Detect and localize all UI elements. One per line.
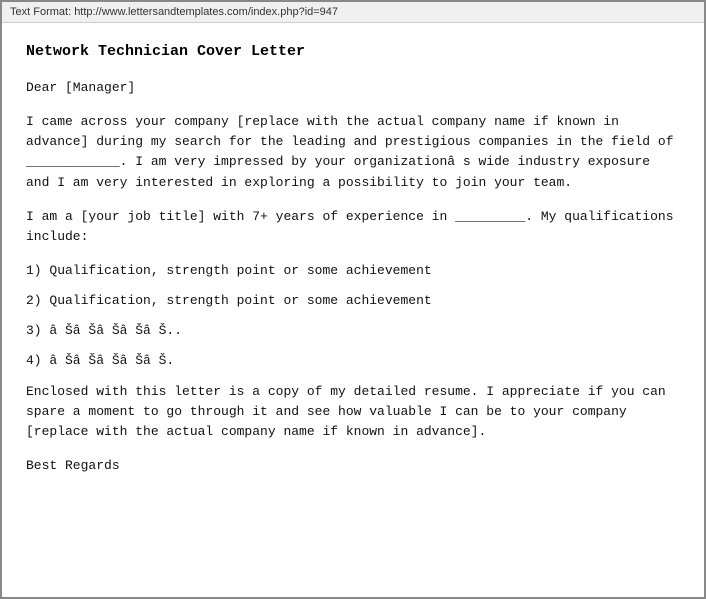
list-item-4: 4) â Šâ Šâ Šâ Šâ Š. — [26, 351, 680, 371]
document-title: Network Technician Cover Letter — [26, 43, 680, 60]
toolbar-text-format-label: Text Format: — [10, 6, 71, 18]
paragraph-3: Enclosed with this letter is a copy of m… — [26, 382, 680, 442]
toolbar-bar: Text Format: http://www.lettersandtempla… — [2, 2, 704, 23]
list-item-2: 2) Qualification, strength point or some… — [26, 291, 680, 311]
list-item-3: 3) â Šâ Šâ Šâ Šâ Š.. — [26, 321, 680, 341]
letter-body: Dear [Manager] I came across your compan… — [26, 78, 680, 476]
paragraph-1: I came across your company [replace with… — [26, 112, 680, 193]
salutation: Dear [Manager] — [26, 78, 680, 98]
list-item-1: 1) Qualification, strength point or some… — [26, 261, 680, 281]
content-area: Network Technician Cover Letter Dear [Ma… — [2, 23, 704, 500]
closing: Best Regards — [26, 456, 680, 476]
browser-window: Text Format: http://www.lettersandtempla… — [0, 0, 706, 599]
paragraph-2: I am a [your job title] with 7+ years of… — [26, 207, 680, 247]
toolbar-url[interactable]: http://www.lettersandtemplates.com/index… — [74, 6, 338, 18]
